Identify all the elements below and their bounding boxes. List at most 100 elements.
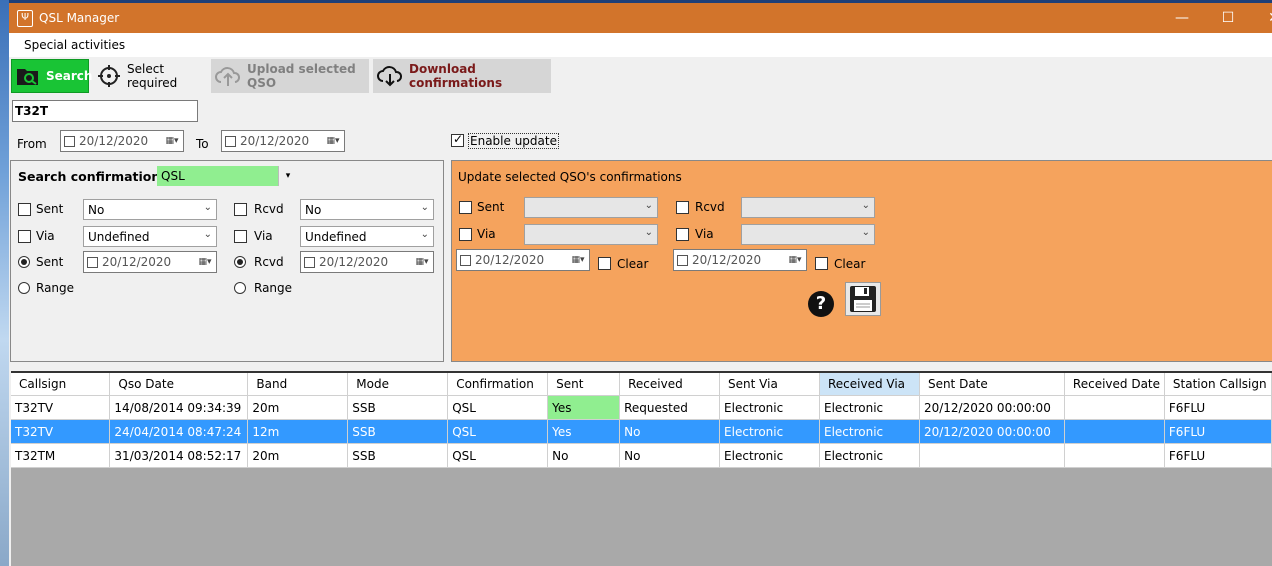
update-rcvd-checkbox[interactable] — [676, 201, 689, 214]
cell-sent-via[interactable]: Electronic — [719, 395, 820, 420]
cell-sent[interactable]: No — [547, 443, 621, 468]
minimize-button[interactable]: — — [1159, 3, 1205, 33]
cell-received[interactable]: No — [619, 443, 721, 468]
rcvd-range-radio[interactable] — [234, 282, 246, 294]
cell-qso-date[interactable]: 24/04/2014 08:47:24 — [109, 419, 249, 444]
col-confirmation[interactable]: Confirmation — [447, 373, 549, 396]
cell-callsign[interactable]: T32TM — [11, 443, 111, 468]
cell-confirmation[interactable]: QSL — [447, 395, 549, 420]
col-received-date[interactable]: Received Date — [1064, 373, 1165, 396]
cell-station-callsign[interactable]: F6FLU — [1164, 395, 1272, 420]
enable-update-checkbox[interactable] — [451, 132, 464, 147]
cell-qso-date[interactable]: 14/08/2014 09:34:39 — [109, 395, 249, 420]
via-rcvd-select[interactable]: Undefined ⌄ — [300, 226, 434, 247]
update-rcvd-select[interactable]: ⌄ — [741, 197, 875, 218]
cell-sent-date[interactable] — [919, 443, 1065, 468]
upload-selected-qso-button[interactable]: Upload selected QSO — [211, 59, 369, 93]
cell-received-via[interactable]: Electronic — [819, 443, 920, 468]
via-sent-checkbox[interactable] — [18, 230, 31, 243]
cell-sent[interactable]: Yes — [547, 419, 621, 444]
update-sent-checkbox[interactable] — [459, 201, 472, 214]
calendar-icon[interactable]: ▦▾ — [322, 136, 344, 146]
col-qso-date[interactable]: Qso Date — [109, 373, 249, 396]
help-icon[interactable]: ? — [808, 291, 834, 317]
clear-sent-date-checkbox[interactable] — [598, 257, 611, 270]
col-callsign[interactable]: Callsign — [11, 373, 111, 396]
cell-received[interactable]: Requested — [619, 395, 721, 420]
cell-callsign[interactable]: T32TV — [11, 395, 111, 420]
col-received-via[interactable]: Received Via — [819, 373, 920, 396]
to-date-picker[interactable]: 20/12/2020 ▦▾ — [221, 130, 345, 152]
update-via-sent-checkbox[interactable] — [459, 228, 472, 241]
rcvd-date-radio[interactable] — [234, 256, 246, 268]
sent-date-checkbox[interactable] — [87, 256, 98, 268]
menu-special-activities[interactable]: Special activities — [24, 38, 125, 52]
update-rcvd-date-checkbox[interactable] — [677, 254, 688, 266]
table-row[interactable]: T32TM 31/03/2014 08:52:17 20m SSB QSL No… — [11, 443, 1272, 468]
cell-confirmation[interactable]: QSL — [447, 443, 549, 468]
close-button[interactable]: ✕ — [1251, 3, 1272, 33]
calendar-icon[interactable]: ▦▾ — [411, 257, 433, 267]
cell-received-date[interactable] — [1064, 443, 1165, 468]
sent-range-radio[interactable] — [18, 282, 30, 294]
cell-station-callsign[interactable]: F6FLU — [1164, 419, 1272, 444]
cell-callsign[interactable]: T32TV — [11, 419, 111, 444]
enable-update-label[interactable]: Enable update — [468, 133, 559, 149]
col-received[interactable]: Received — [619, 373, 721, 396]
cell-received[interactable]: No — [619, 419, 721, 444]
calendar-icon[interactable]: ▦▾ — [161, 136, 183, 146]
update-sent-select[interactable]: ⌄ — [524, 197, 658, 218]
rcvd-date-picker[interactable]: 20/12/2020 ▦▾ — [300, 251, 434, 273]
from-date-checkbox[interactable] — [64, 135, 75, 147]
update-via-rcvd-checkbox[interactable] — [676, 228, 689, 241]
via-rcvd-checkbox[interactable] — [234, 230, 247, 243]
calendar-icon[interactable]: ▦▾ — [567, 255, 589, 265]
col-station-callsign[interactable]: Station Callsign — [1164, 373, 1272, 396]
from-date-picker[interactable]: 20/12/2020 ▦▾ — [60, 130, 184, 152]
cell-station-callsign[interactable]: F6FLU — [1164, 443, 1272, 468]
table-row[interactable]: T32TV 14/08/2014 09:34:39 20m SSB QSL Ye… — [11, 395, 1272, 420]
cell-band[interactable]: 20m — [247, 395, 349, 420]
save-button[interactable] — [845, 282, 881, 316]
cell-received-date[interactable] — [1064, 395, 1165, 420]
cell-sent[interactable]: Yes — [547, 395, 621, 420]
update-sent-date-checkbox[interactable] — [460, 254, 471, 266]
sent-date-radio[interactable] — [18, 256, 30, 268]
sent-filter-checkbox[interactable] — [18, 203, 31, 216]
cell-mode[interactable]: SSB — [347, 419, 449, 444]
callsign-input[interactable] — [12, 100, 198, 122]
update-via-sent-select[interactable]: ⌄ — [524, 224, 658, 245]
sent-date-picker[interactable]: 20/12/2020 ▦▾ — [83, 251, 217, 273]
cell-sent-date[interactable]: 20/12/2020 00:00:00 — [919, 419, 1065, 444]
title-bar[interactable]: Ψ QSL Manager — ☐ ✕ — [9, 3, 1272, 33]
clear-rcvd-date-checkbox[interactable] — [815, 257, 828, 270]
table-row-selected[interactable]: T32TV 24/04/2014 08:47:24 12m SSB QSL Ye… — [11, 419, 1272, 444]
confirmation-type-select[interactable]: QSL ▾ — [157, 166, 297, 186]
download-confirmations-button[interactable]: Download confirmations — [373, 59, 551, 93]
select-required-button[interactable]: Select required — [93, 59, 209, 93]
cell-mode[interactable]: SSB — [347, 443, 449, 468]
update-via-rcvd-select[interactable]: ⌄ — [741, 224, 875, 245]
cell-confirmation[interactable]: QSL — [447, 419, 549, 444]
cell-sent-via[interactable]: Electronic — [719, 443, 820, 468]
col-sent-via[interactable]: Sent Via — [719, 373, 820, 396]
maximize-button[interactable]: ☐ — [1205, 3, 1251, 33]
calendar-icon[interactable]: ▦▾ — [784, 255, 806, 265]
col-sent[interactable]: Sent — [547, 373, 621, 396]
col-mode[interactable]: Mode — [347, 373, 449, 396]
rcvd-status-select[interactable]: No ⌄ — [300, 199, 434, 220]
col-sent-date[interactable]: Sent Date — [919, 373, 1065, 396]
qso-grid[interactable]: Callsign Qso Date Band Mode Confirmation… — [11, 371, 1272, 566]
via-sent-select[interactable]: Undefined ⌄ — [83, 226, 217, 247]
cell-sent-via[interactable]: Electronic — [719, 419, 820, 444]
calendar-icon[interactable]: ▦▾ — [194, 257, 216, 267]
cell-qso-date[interactable]: 31/03/2014 08:52:17 — [109, 443, 249, 468]
cell-band[interactable]: 12m — [247, 419, 349, 444]
sent-status-select[interactable]: No ⌄ — [83, 199, 217, 220]
rcvd-date-checkbox[interactable] — [304, 256, 315, 268]
update-rcvd-date-picker[interactable]: 20/12/2020 ▦▾ — [673, 249, 807, 271]
to-date-checkbox[interactable] — [225, 135, 236, 147]
cell-mode[interactable]: SSB — [347, 395, 449, 420]
cell-band[interactable]: 20m — [247, 443, 349, 468]
cell-received-via[interactable]: Electronic — [819, 419, 920, 444]
